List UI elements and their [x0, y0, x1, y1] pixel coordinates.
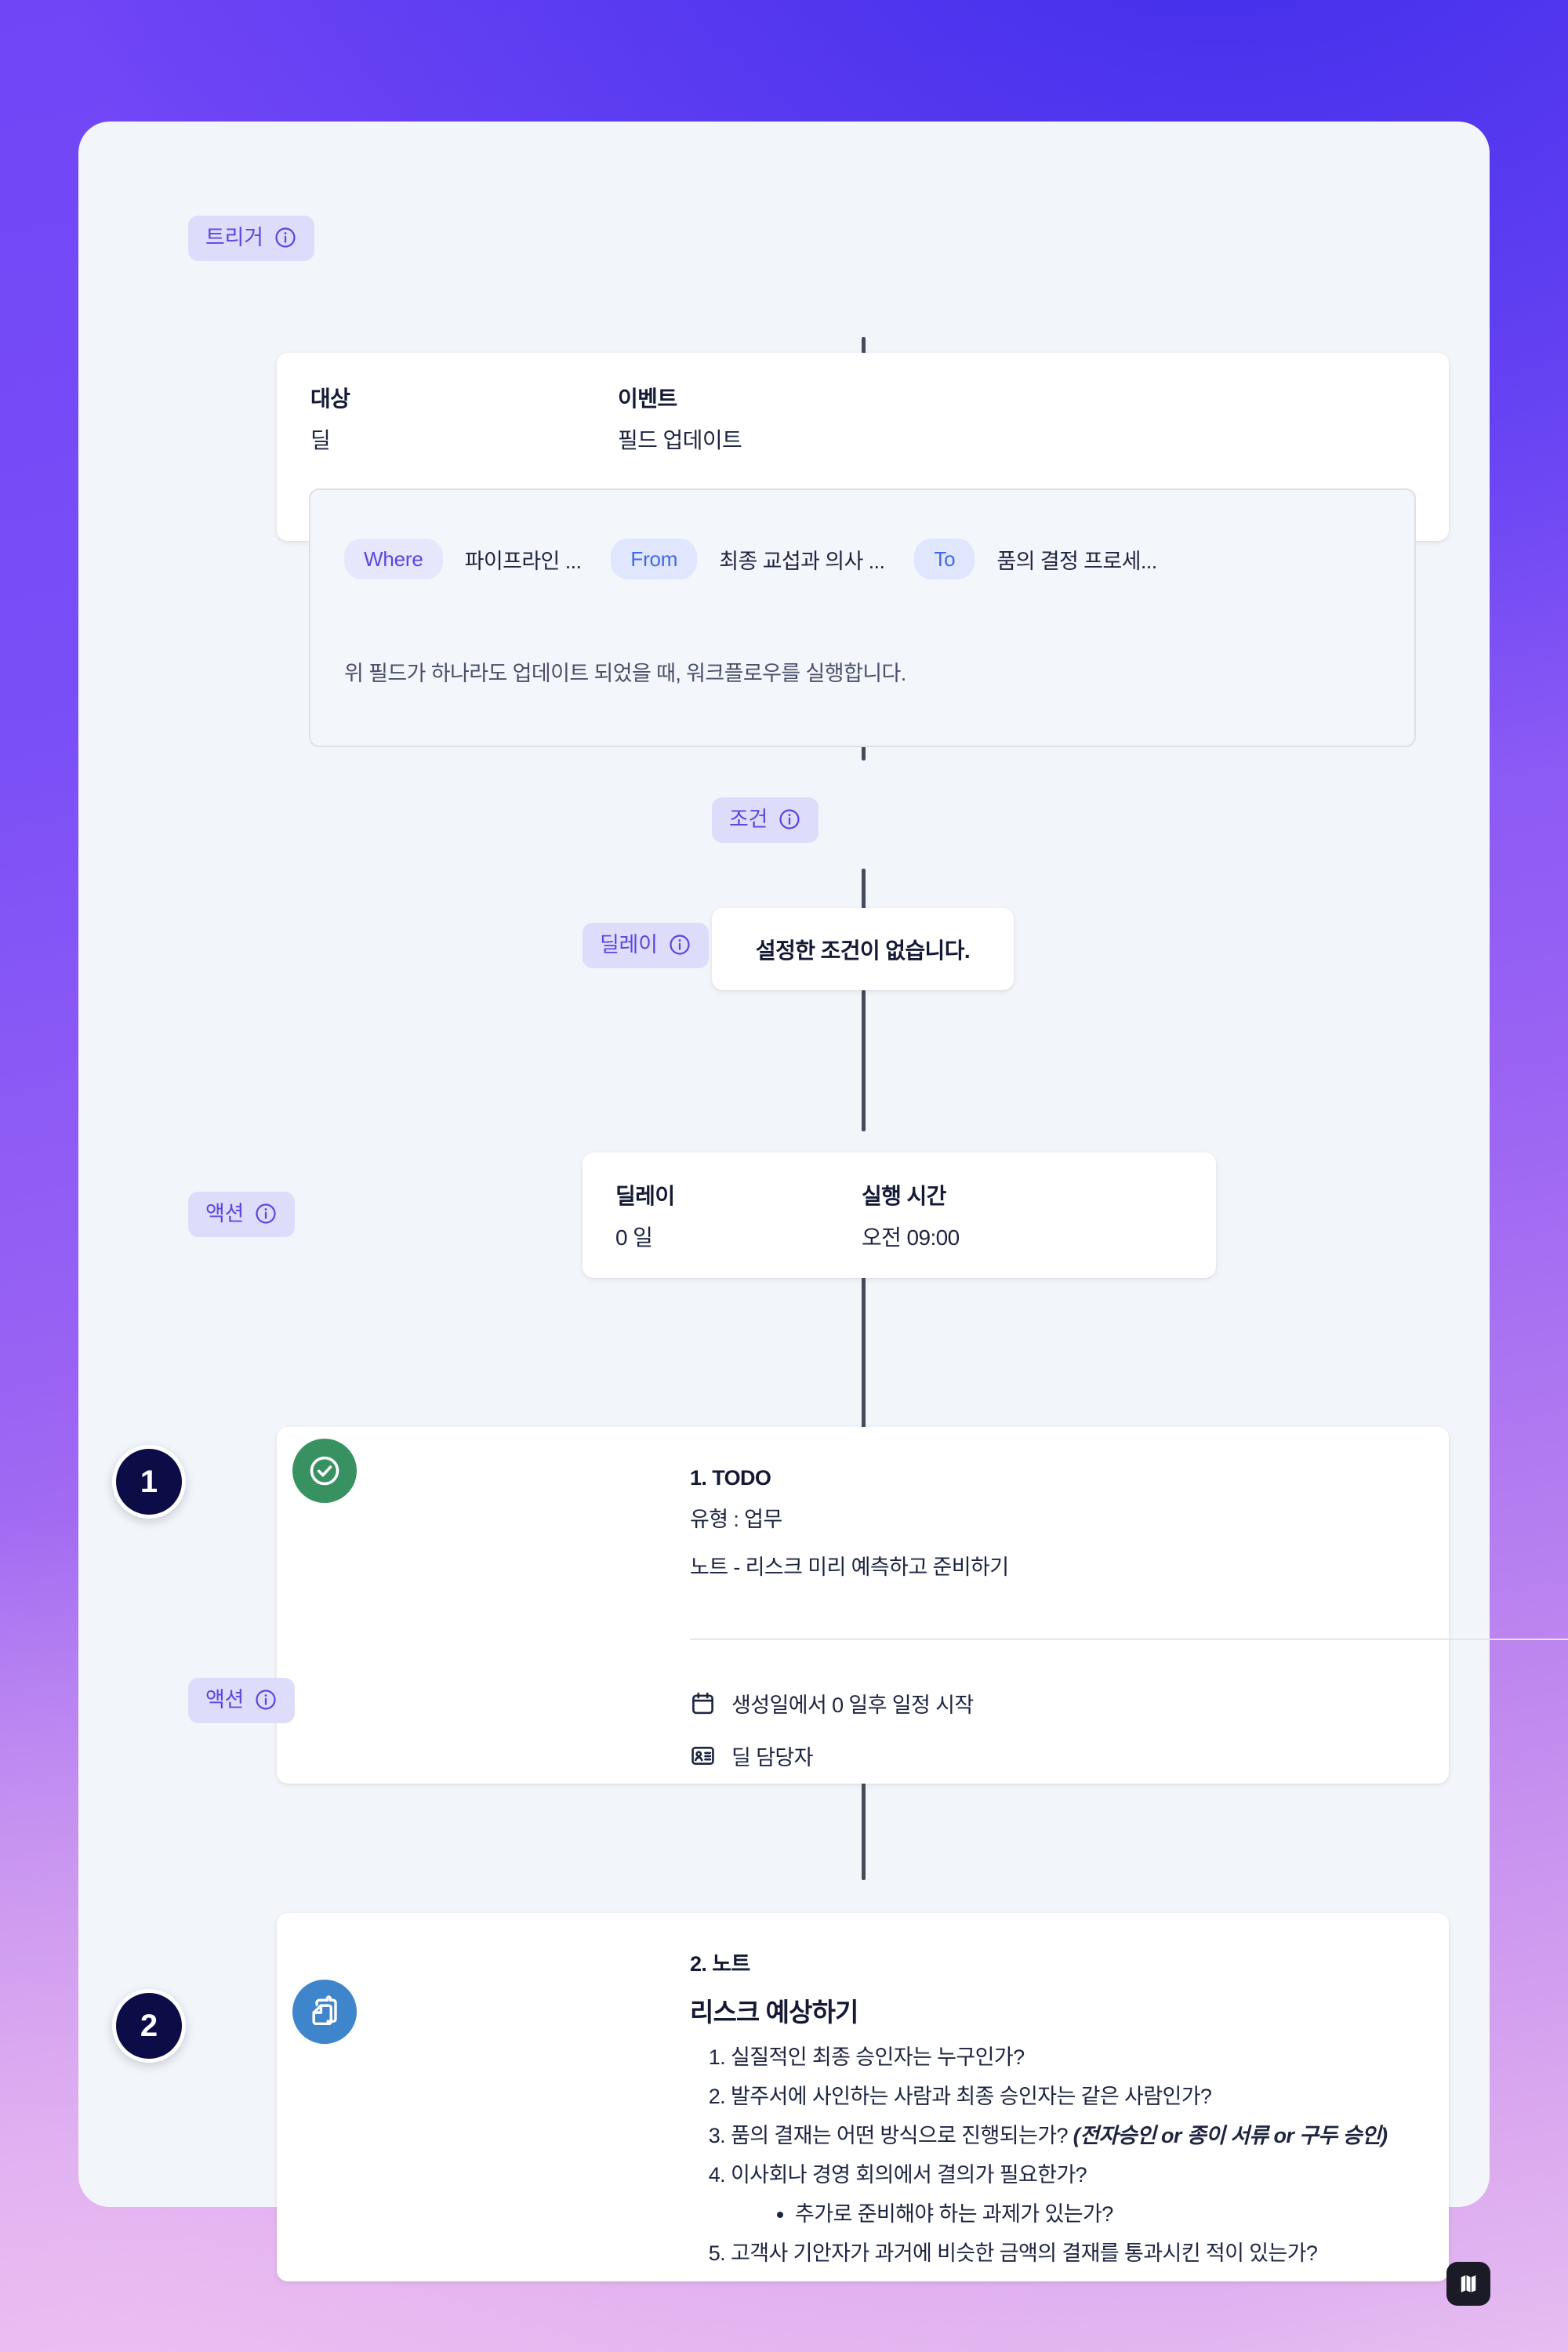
clipboard-note-icon	[312, 1995, 337, 2026]
action-card-1: 1. TODO 유형 : 업무 노트 - 리스크 미리 예측하고 준비하기 생성…	[277, 1427, 1568, 1784]
chip-trigger[interactable]: 트리거	[188, 216, 314, 261]
chip-action-1-label: 액션	[205, 1201, 245, 1225]
question-text: 이사회나 경영 회의에서 결의가 필요한가?	[731, 2162, 1087, 2187]
delay-card: 딜레이 0 일 실행 시간 오전 09:00	[583, 1152, 1216, 1278]
action-1-type: 유형 : 업무	[690, 1508, 782, 1531]
chip-trigger-label: 트리거	[205, 225, 263, 249]
list-item: 품의 결재는 어떤 방식으로 진행되는가? (전자승인 or 종이 서류 or …	[731, 2125, 1410, 2147]
trigger-event: 이벤트 필드 업데이트	[618, 388, 742, 452]
chip-condition[interactable]: 조건	[712, 797, 819, 843]
condition-empty-card: 설정한 조건이 없습니다.	[712, 908, 1014, 990]
check-circle-icon	[310, 1456, 339, 1486]
chip-delay[interactable]: 딜레이	[583, 923, 709, 968]
pill-from-value: 최종 교섭과 의사 ...	[719, 549, 885, 573]
action-1-index: 1. TODO	[690, 1466, 771, 1490]
chip-action-2[interactable]: 액션	[188, 1678, 296, 1723]
chip-action-2-label: 액션	[205, 1687, 245, 1711]
chip-condition-label: 조건	[729, 807, 768, 831]
info-icon[interactable]	[254, 1202, 278, 1225]
question-emphasis: (전자승인 or 종이 서류 or 구두 승인)	[1073, 2123, 1388, 2147]
action-2-body: 2. 노트 리스크 예상하기 실질적인 최종 승인자는 누구인가? 발주서에 사…	[690, 1954, 1410, 2264]
screenshot-frame: 트리거 대상 딜 이벤트 필드 업데이트 Where 파이프라인 ... Fro…	[0, 0, 1568, 2352]
list-item: 추가로 준비해야 하는 과제가 있는가?	[795, 2203, 1410, 2225]
folded-map-icon	[1461, 2275, 1476, 2292]
delay-amount: 딜레이 0 일	[615, 1184, 675, 1250]
trigger-target-value: 딜	[310, 428, 331, 452]
question-text: 고객사 기안자가 과거에 비슷한 금액의 결재를 통과시킨 적이 있는가?	[731, 2241, 1318, 2265]
step-badge-1: 1	[112, 1445, 186, 1519]
delay-time: 실행 시간 오전 09:00	[862, 1185, 960, 1249]
action-2-icon-circle	[292, 1980, 357, 2044]
connector-line-5	[862, 1274, 866, 1431]
list-item: 실질적인 최종 승인자는 누구인가?	[731, 2045, 1410, 2069]
condition-empty-text: 설정한 조건이 없습니다.	[755, 938, 971, 963]
connector-line-3	[862, 990, 866, 1131]
action-1-title: 노트 - 리스크 미리 예측하고 준비하기	[690, 1555, 1009, 1579]
list-item: 이사회나 경영 회의에서 결의가 필요한가? 추가로 준비해야 하는 과제가 있…	[731, 2162, 1410, 2225]
action-2-sub-list: 추가로 준비해야 하는 과제가 있는가?	[771, 2203, 1410, 2225]
question-text: 발주서에 사인하는 사람과 최종 승인자는 같은 사람인가?	[731, 2084, 1212, 2108]
pill-where-value: 파이프라인 ...	[464, 549, 582, 573]
step-badge-2: 2	[112, 1989, 186, 2063]
action-2-question-list: 실질적인 최종 승인자는 누구인가? 발주서에 사인하는 사람과 최종 승인자는…	[690, 2045, 1410, 2265]
action-1-body: 1. TODO 유형 : 업무 노트 - 리스크 미리 예측하고 준비하기	[690, 1468, 1009, 1578]
trigger-field-pills: Where 파이프라인 ... From 최종 교섭과 의사 ... To 품의…	[344, 539, 1187, 579]
chip-delay-label: 딜레이	[600, 932, 658, 956]
action-2-heading: 리스크 예상하기	[690, 1998, 858, 2027]
chip-action-1[interactable]: 액션	[188, 1192, 296, 1237]
app-logo	[1446, 2262, 1490, 2306]
trigger-condition-box: Where 파이프라인 ... From 최종 교섭과 의사 ... To 품의…	[309, 488, 1416, 747]
info-icon[interactable]	[778, 808, 801, 831]
action-1-icon-circle	[292, 1439, 357, 1503]
list-item: 고객사 기안자가 과거에 비슷한 금액의 결재를 통과시킨 적이 있는가?	[731, 2241, 1410, 2265]
info-icon[interactable]	[254, 1688, 278, 1711]
action-2-index: 2. 노트	[690, 1952, 750, 1976]
pill-where[interactable]: Where	[344, 539, 443, 579]
action-1-meta-owner-text: 딜 담당자	[731, 1746, 813, 1769]
delay-amount-label: 딜레이	[615, 1184, 675, 1208]
trigger-event-label: 이벤트	[618, 387, 677, 411]
action-1-meta-owner: 딜 담당자	[690, 1740, 813, 1771]
delay-amount-value: 0 일	[615, 1225, 653, 1250]
contact-card-icon	[691, 1747, 714, 1765]
list-item: 발주서에 사인하는 사람과 최종 승인자는 같은 사람인가?	[731, 2084, 1410, 2108]
calendar-icon	[692, 1692, 713, 1715]
action-1-meta-schedule-text: 생성일에서 0 일후 일정 시작	[731, 1693, 974, 1717]
trigger-target: 대상 딜	[310, 388, 350, 452]
action-1-divider	[690, 1639, 1568, 1640]
workflow-panel: 트리거 대상 딜 이벤트 필드 업데이트 Where 파이프라인 ... Fro…	[78, 122, 1568, 2281]
action-card-2: 2. 노트 리스크 예상하기 실질적인 최종 승인자는 누구인가? 발주서에 사…	[277, 1913, 1449, 2281]
question-text: 실질적인 최종 승인자는 누구인가?	[731, 2045, 1025, 2069]
pill-to[interactable]: To	[914, 539, 975, 579]
question-text: 품의 결재는 어떤 방식으로 진행되는가?	[731, 2123, 1073, 2147]
pill-to-value: 품의 결정 프로세...	[996, 549, 1157, 573]
info-icon[interactable]	[668, 933, 691, 956]
info-icon[interactable]	[274, 226, 297, 249]
action-1-meta-schedule: 생성일에서 0 일후 일정 시작	[690, 1688, 974, 1719]
trigger-condition-note: 위 필드가 하나라도 업데이트 되었을 때, 워크플로우를 실행합니다.	[344, 662, 906, 685]
trigger-target-label: 대상	[310, 387, 350, 411]
delay-time-label: 실행 시간	[862, 1184, 946, 1208]
delay-time-value: 오전 09:00	[862, 1225, 960, 1250]
trigger-event-value: 필드 업데이트	[618, 428, 742, 452]
pill-from[interactable]: From	[611, 539, 698, 579]
